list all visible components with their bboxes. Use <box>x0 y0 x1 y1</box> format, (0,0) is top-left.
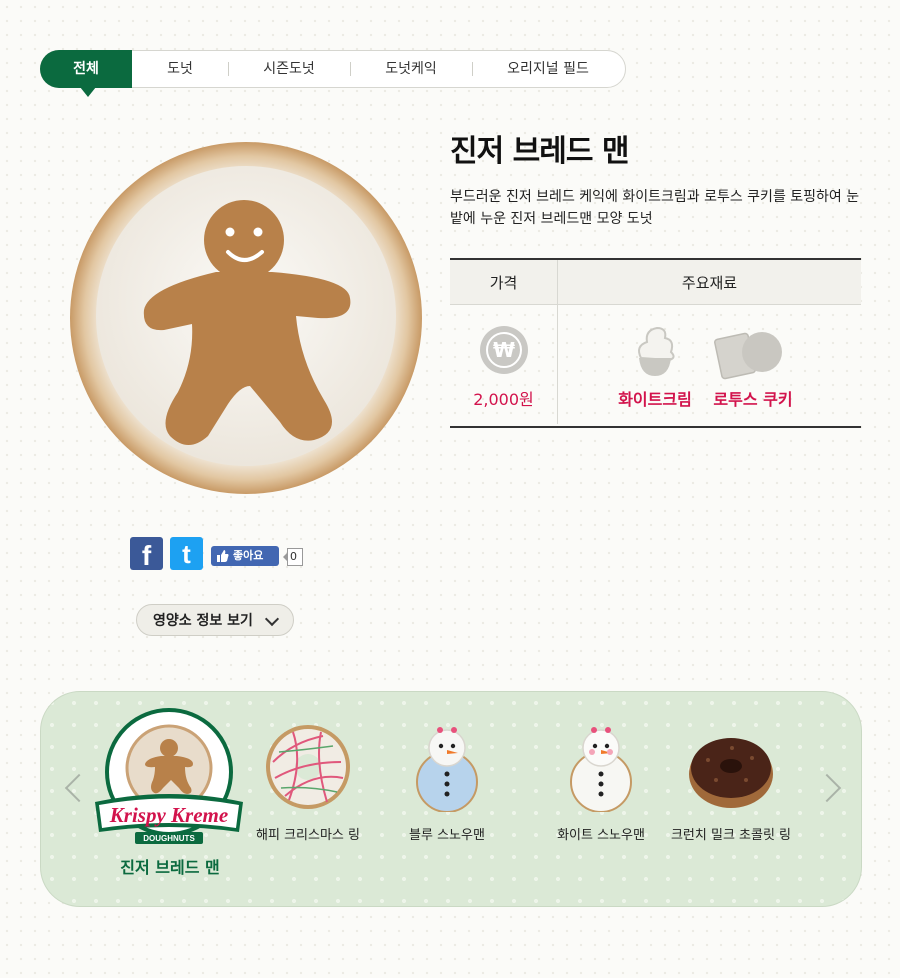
won-icon: ₩ <box>480 326 528 374</box>
carousel-item[interactable]: 화이트 스노우맨 <box>531 722 671 843</box>
blue-snowman-donut-image <box>416 727 478 812</box>
carousel-next-arrow-icon[interactable] <box>812 773 842 803</box>
chevron-down-icon <box>264 611 280 627</box>
product-title: 진저 브레드 맨 <box>450 134 629 169</box>
price-header: 가격 <box>489 274 518 292</box>
twitter-share-button[interactable]: t <box>170 537 203 570</box>
product-description: 부드러운 진저 브레드 케익에 화이트크림과 로투스 쿠키를 토핑하여 눈밭에 … <box>450 189 860 227</box>
product-info-table: 가격 주요재료 ₩ 2,000원 화이트크림 로투스 쿠키 <box>450 258 861 428</box>
tab-donut[interactable]: 도넛 <box>132 51 228 87</box>
carousel-item-label: 화이트 스노우맨 <box>557 828 645 843</box>
ingredient-whipped-cream: 화이트크림 <box>618 390 692 409</box>
whipped-cream-icon <box>638 326 675 376</box>
carousel-item[interactable]: 크런치 밀크 초콜릿 링 <box>661 722 801 843</box>
selected-product-name: 진저 브레드 맨 <box>120 858 220 877</box>
doughnuts-logo-text: DOUGHNUTS <box>143 834 195 843</box>
category-tabs: 전체 도넛 시즌도넛 도넛케익 오리지널 필드 <box>40 50 626 97</box>
tab-season-donut[interactable]: 시즌도넛 <box>228 51 350 87</box>
price-value: 2,000원 <box>473 390 534 409</box>
tab-all[interactable]: 전체 <box>40 50 132 97</box>
white-snowman-donut-image <box>570 727 632 812</box>
product-carousel: Krispy Kreme DOUGHNUTS 진저 브레드 맨 해피 크리스마스… <box>40 691 862 907</box>
carousel-item[interactable]: 블루 스노우맨 <box>377 722 517 843</box>
nutrition-info-button[interactable]: 영양소 정보 보기 <box>136 604 294 636</box>
carousel-item-label: 블루 스노우맨 <box>409 828 485 843</box>
chocolate-ring-donut-image <box>689 738 773 808</box>
krispy-kreme-logo-text: Krispy Kreme <box>109 803 228 827</box>
like-label: 좋아요 <box>233 549 264 562</box>
selected-product-badge[interactable]: Krispy Kreme DOUGHNUTS <box>89 708 249 848</box>
tab-original-filled[interactable]: 오리지널 필드 <box>472 51 624 87</box>
christmas-ring-donut-image <box>266 725 350 809</box>
nutrition-info-label: 영양소 정보 보기 <box>153 613 253 629</box>
facebook-share-button[interactable]: f <box>130 537 163 571</box>
cookie-icon <box>714 332 782 380</box>
carousel-item[interactable]: 해피 크리스마스 링 <box>238 722 378 843</box>
facebook-like-button[interactable]: 좋아요 <box>211 546 279 566</box>
ingredients-header: 주요재료 <box>681 274 738 292</box>
tab-donut-cake[interactable]: 도넛케익 <box>350 51 472 87</box>
carousel-item-label: 크런치 밀크 초콜릿 링 <box>670 828 792 843</box>
won-symbol: ₩ <box>486 332 522 368</box>
carousel-item-label: 해피 크리스마스 링 <box>256 828 360 843</box>
product-image <box>70 142 422 494</box>
like-count: 0 <box>283 548 303 566</box>
ingredient-lotus-cookie: 로투스 쿠키 <box>713 390 793 409</box>
thumbs-up-icon <box>217 550 229 562</box>
